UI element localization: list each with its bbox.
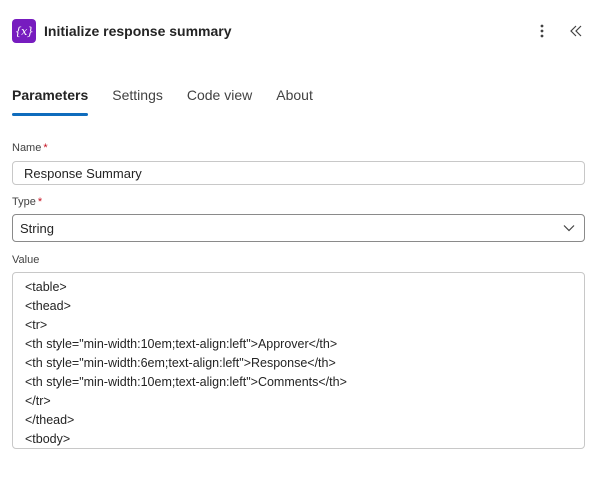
value-editor[interactable]: <table> <thead> <tr> <th style="min-widt… — [12, 272, 585, 449]
code-line: <thead> — [25, 299, 71, 313]
code-line: </thead> — [25, 413, 75, 427]
code-line: <table> — [25, 280, 67, 294]
tab-about[interactable]: About — [276, 84, 313, 113]
variable-icon: {x} — [12, 19, 36, 43]
type-label: Type * — [12, 196, 42, 208]
required-indicator: * — [43, 142, 48, 154]
code-line: <th style="min-width:6em;text-align:left… — [25, 356, 336, 370]
variable-icon-glyph: {x} — [14, 24, 34, 38]
type-dropdown-value: String — [20, 220, 54, 236]
tab-code-view[interactable]: Code view — [187, 84, 252, 113]
chevron-down-icon — [563, 225, 575, 232]
more-vertical-icon — [540, 24, 544, 38]
more-options-button[interactable] — [531, 20, 553, 42]
code-line: </tr> — [25, 394, 51, 408]
code-line: <th style="min-width:10em;text-align:lef… — [25, 337, 338, 351]
code-line: <th style="min-width:10em;text-align:lef… — [25, 375, 347, 389]
tab-parameters[interactable]: Parameters — [12, 84, 89, 116]
name-label: Name * — [12, 142, 48, 154]
type-dropdown[interactable]: String — [12, 214, 585, 242]
panel-header: {x} Initialize response summary — [12, 19, 587, 43]
required-indicator: * — [37, 196, 43, 208]
name-field[interactable]: Response Summary — [12, 161, 585, 185]
double-chevron-left-icon — [570, 25, 582, 37]
name-label-text: Name — [12, 142, 42, 154]
tab-list: Parameters Settings Code view About — [12, 84, 337, 118]
code-line: <tbody> — [25, 432, 71, 446]
action-title[interactable]: Initialize response summary — [44, 23, 531, 39]
collapse-panel-button[interactable] — [565, 20, 587, 42]
name-field-value: Response Summary — [24, 165, 142, 181]
tab-settings[interactable]: Settings — [112, 84, 163, 113]
value-label: Value — [12, 254, 39, 266]
action-details-panel: {x} Initialize response summary Paramete… — [0, 0, 597, 495]
code-line: <tr> — [25, 318, 48, 332]
type-label-text: Type — [12, 196, 36, 208]
value-label-text: Value — [12, 254, 40, 266]
